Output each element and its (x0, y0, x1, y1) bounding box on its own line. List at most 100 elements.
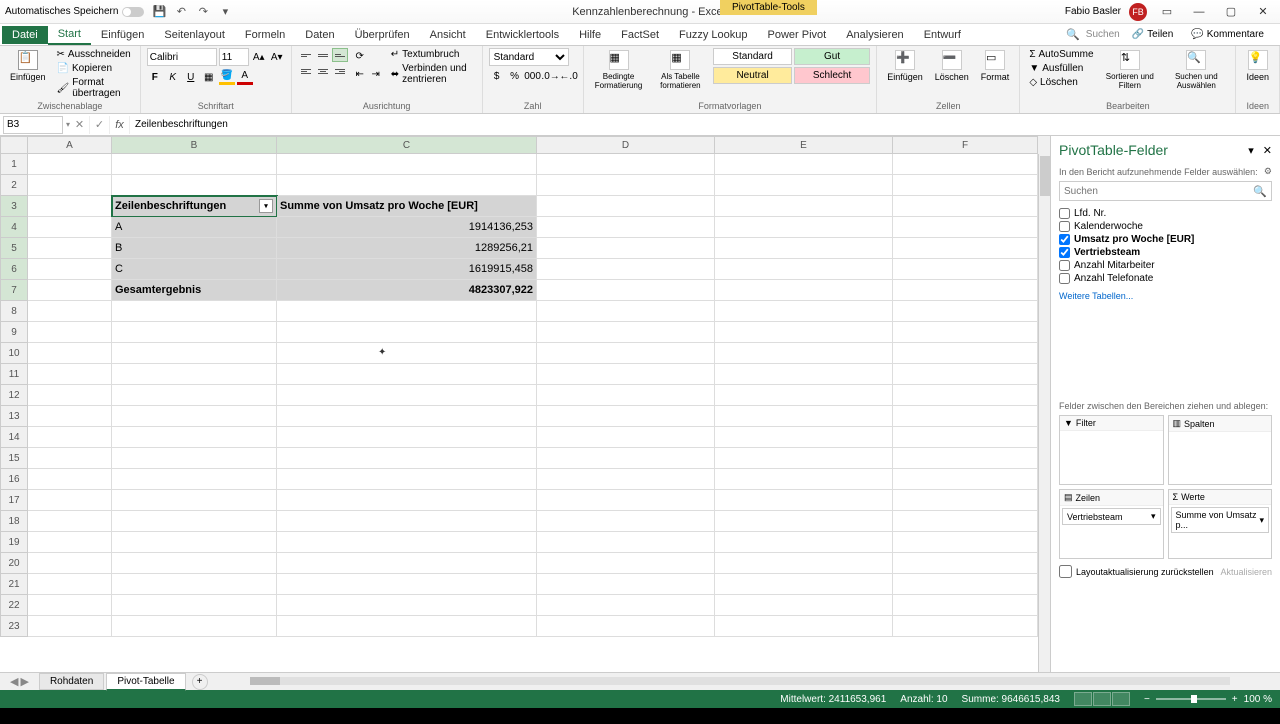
row-header[interactable]: 3 (0, 196, 28, 217)
style-schlecht[interactable]: Schlecht (794, 67, 870, 84)
fill-color-button[interactable]: 🪣 (219, 69, 235, 85)
tab-daten[interactable]: Daten (295, 26, 344, 44)
delete-cells-button[interactable]: ➖Löschen (931, 48, 973, 84)
gear-icon[interactable]: ⚙ (1264, 166, 1272, 177)
qat-more-icon[interactable]: ▾ (218, 5, 232, 19)
redo-icon[interactable]: ↷ (196, 5, 210, 19)
comments-button[interactable]: 💬 Kommentare (1185, 27, 1270, 42)
search-label[interactable]: Suchen (1086, 29, 1120, 40)
pivot-value[interactable]: 1619915,458 (277, 259, 537, 280)
cut-button[interactable]: ✂ Ausschneiden (54, 48, 134, 61)
pane-close-icon[interactable]: ✕ (1263, 145, 1272, 157)
col-header-a[interactable]: A (28, 136, 112, 154)
view-break-icon[interactable] (1112, 692, 1130, 706)
tab-entwurf[interactable]: Entwurf (914, 26, 971, 44)
row-header[interactable]: 18 (0, 511, 28, 532)
font-size-select[interactable] (219, 48, 249, 66)
tab-ansicht[interactable]: Ansicht (420, 26, 476, 44)
row-header[interactable]: 2 (0, 175, 28, 196)
pivot-row-label[interactable]: B (112, 238, 277, 259)
cell-grid[interactable]: Zeilenbeschriftungen▾ Summe von Umsatz p… (28, 154, 1038, 672)
fill-button[interactable]: ▼ Ausfüllen (1026, 62, 1096, 75)
border-button[interactable]: ▦ (201, 69, 217, 85)
pivot-row-label[interactable]: C (112, 259, 277, 280)
ideas-button[interactable]: 💡Ideen (1242, 48, 1273, 84)
tab-seitenlayout[interactable]: Seitenlayout (154, 26, 235, 44)
align-bottom[interactable] (332, 48, 348, 62)
update-button[interactable]: Aktualisieren (1220, 567, 1272, 577)
area-values[interactable]: Σ Werte Summe von Umsatz p...▾ (1168, 489, 1273, 559)
inc-decimal[interactable]: .0→ (543, 68, 559, 84)
share-button[interactable]: 🔗 Teilen (1126, 27, 1180, 42)
pane-options-icon[interactable]: ▾ (1248, 145, 1254, 157)
underline-button[interactable]: U (183, 69, 199, 85)
orientation-button[interactable]: ⟳ (352, 48, 368, 64)
insert-cells-button[interactable]: ➕Einfügen (883, 48, 927, 84)
formula-input[interactable] (130, 116, 1280, 134)
pane-search-input[interactable] (1064, 186, 1253, 197)
sheet-tab-rohdaten[interactable]: Rohdaten (39, 673, 104, 690)
row-header[interactable]: 21 (0, 574, 28, 595)
field-item[interactable]: Anzahl Mitarbeiter (1059, 259, 1272, 272)
row-header[interactable]: 5 (0, 238, 28, 259)
font-name-select[interactable] (147, 48, 217, 66)
clear-button[interactable]: ◇ Löschen (1026, 76, 1096, 89)
row-header[interactable]: 13 (0, 406, 28, 427)
tab-fuzzy[interactable]: Fuzzy Lookup (669, 26, 757, 44)
tab-hilfe[interactable]: Hilfe (569, 26, 611, 44)
select-all-corner[interactable] (0, 136, 28, 154)
pivot-value-header[interactable]: Summe von Umsatz pro Woche [EUR] (277, 196, 537, 217)
area-columns[interactable]: ▥ Spalten (1168, 415, 1273, 485)
align-center[interactable] (315, 64, 331, 78)
accept-formula-icon[interactable]: ✓ (90, 116, 110, 134)
thousands-button[interactable]: 000 (525, 68, 541, 84)
tab-powerpivot[interactable]: Power Pivot (758, 26, 837, 44)
area-filter[interactable]: ▼ Filter (1059, 415, 1164, 485)
pivot-total-label[interactable]: Gesamtergebnis (112, 280, 277, 301)
autosum-button[interactable]: Σ AutoSumme (1026, 48, 1096, 61)
zoom-in-icon[interactable]: + (1232, 694, 1238, 705)
field-item[interactable]: Umsatz pro Woche [EUR] (1059, 233, 1272, 246)
user-avatar[interactable]: FB (1129, 3, 1147, 21)
tab-einfuegen[interactable]: Einfügen (91, 26, 154, 44)
row-header[interactable]: 20 (0, 553, 28, 574)
conditional-format-button[interactable]: ▦Bedingte Formatierung (590, 48, 648, 92)
row-header[interactable]: 10 (0, 343, 28, 364)
save-icon[interactable]: 💾 (152, 5, 166, 19)
row-header[interactable]: 19 (0, 532, 28, 553)
col-header-c[interactable]: C (277, 136, 537, 154)
autosave-toggle[interactable]: Automatisches Speichern (5, 6, 144, 17)
align-top[interactable] (298, 48, 314, 62)
indent-dec[interactable]: ⇤ (352, 66, 368, 82)
row-header[interactable]: 17 (0, 490, 28, 511)
sheet-nav-next[interactable]: ▶ (20, 675, 28, 688)
close-icon[interactable]: ✕ (1251, 2, 1275, 22)
find-select-button[interactable]: 🔍Suchen und Auswählen (1163, 48, 1229, 92)
area-value-item[interactable]: Summe von Umsatz p...▾ (1171, 507, 1270, 533)
col-header-b[interactable]: B (112, 136, 277, 154)
field-item[interactable]: Lfd. Nr. (1059, 207, 1272, 220)
tab-analysieren[interactable]: Analysieren (836, 26, 913, 44)
indent-inc[interactable]: ⇥ (368, 66, 384, 82)
row-header[interactable]: 4 (0, 217, 28, 238)
wrap-text-button[interactable]: ↵ Textumbruch (388, 48, 476, 61)
italic-button[interactable]: K (165, 69, 181, 85)
style-gut[interactable]: Gut (794, 48, 870, 65)
col-header-d[interactable]: D (537, 136, 715, 154)
grow-font-icon[interactable]: A▴ (251, 49, 267, 65)
style-standard[interactable]: Standard (713, 48, 792, 65)
tab-ueberpruefen[interactable]: Überprüfen (345, 26, 420, 44)
add-sheet-button[interactable]: + (192, 674, 208, 690)
field-item[interactable]: Kalenderwoche (1059, 220, 1272, 233)
undo-icon[interactable]: ↶ (174, 5, 188, 19)
row-header[interactable]: 8 (0, 301, 28, 322)
sort-filter-button[interactable]: ⇅Sortieren und Filtern (1101, 48, 1160, 92)
view-normal-icon[interactable] (1074, 692, 1092, 706)
bold-button[interactable]: F (147, 69, 163, 85)
search-icon[interactable]: 🔍 (1066, 28, 1080, 41)
row-header[interactable]: 7 (0, 280, 28, 301)
col-header-e[interactable]: E (715, 136, 893, 154)
vertical-scrollbar[interactable] (1038, 154, 1050, 672)
dec-decimal[interactable]: ←.0 (561, 68, 577, 84)
tab-start[interactable]: Start (48, 25, 91, 45)
